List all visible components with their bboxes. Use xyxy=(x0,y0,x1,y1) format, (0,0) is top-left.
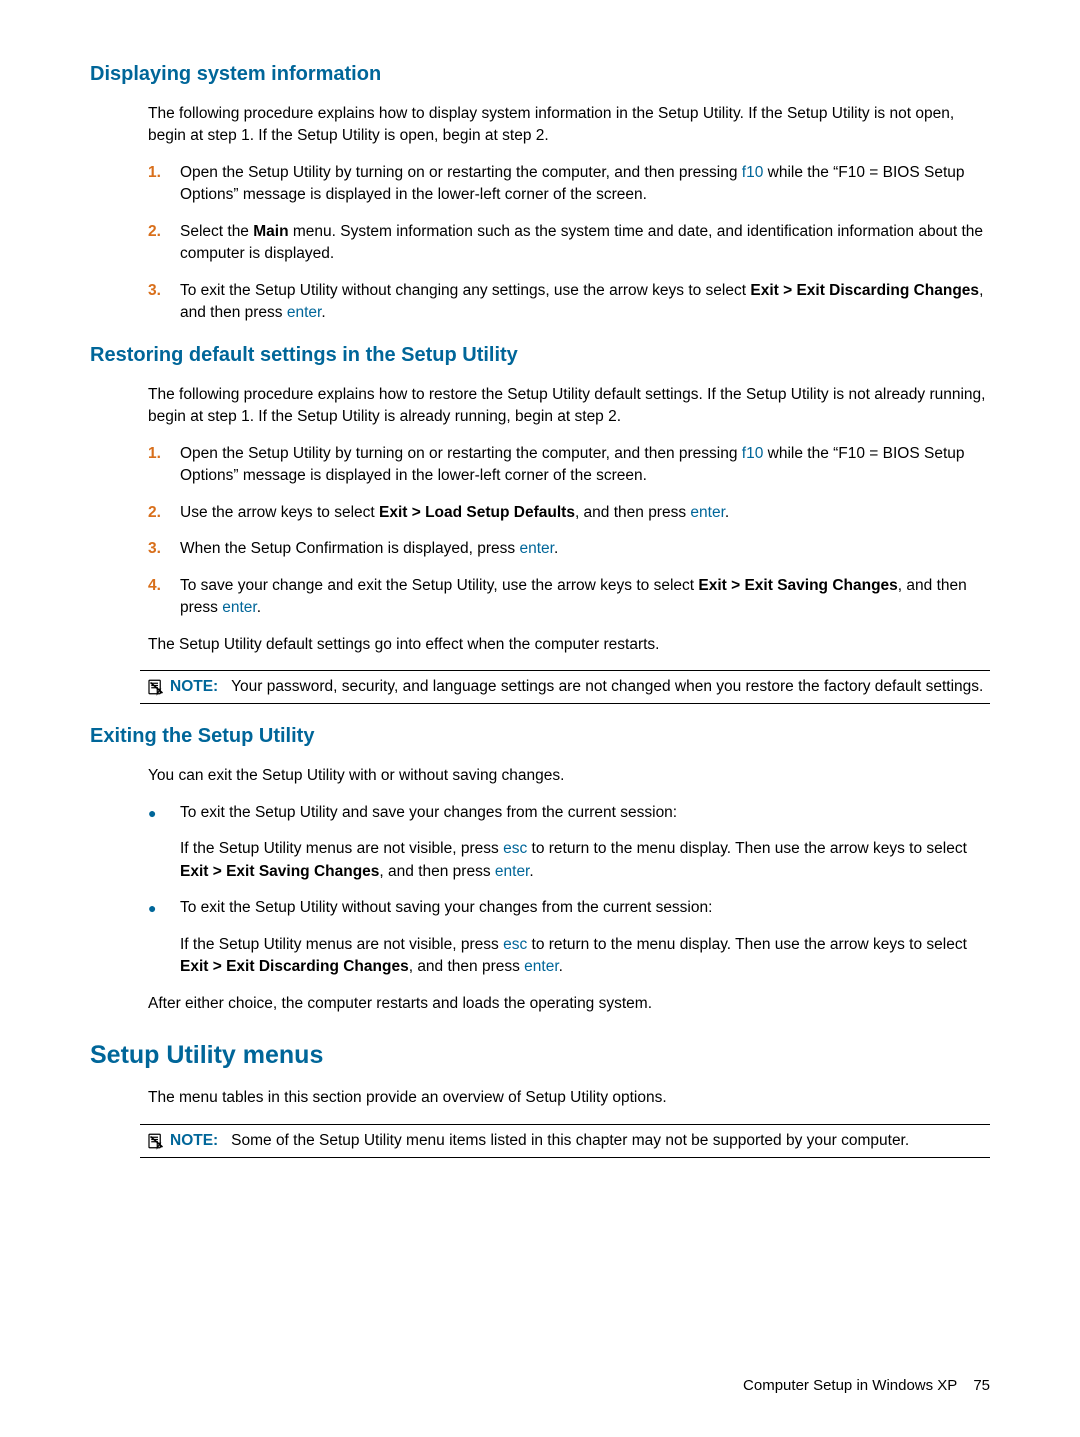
heading-exiting: Exiting the Setup Utility xyxy=(90,722,990,751)
note-icon xyxy=(146,1132,164,1150)
key-f10: f10 xyxy=(742,164,764,181)
step-text: Select the Main menu. System information… xyxy=(180,221,990,266)
page-footer: Computer Setup in Windows XP 75 xyxy=(743,1375,990,1397)
key-esc: esc xyxy=(503,936,527,953)
step-text: To save your change and exit the Setup U… xyxy=(180,575,990,620)
sub-paragraph: If the Setup Utility menus are not visib… xyxy=(180,838,990,883)
key-enter: enter xyxy=(519,540,553,557)
heading-restoring-defaults: Restoring default settings in the Setup … xyxy=(90,341,990,370)
bullet-text: To exit the Setup Utility and save your … xyxy=(180,802,990,824)
intro-paragraph: The menu tables in this section provide … xyxy=(148,1087,990,1109)
key-enter: enter xyxy=(690,504,724,521)
bullet-item: ● To exit the Setup Utility without savi… xyxy=(148,897,990,919)
footer-section-title: Computer Setup in Windows XP xyxy=(743,1377,957,1394)
bullet-item: ● To exit the Setup Utility and save you… xyxy=(148,802,990,824)
step-number: 2. xyxy=(148,221,180,266)
step-number: 2. xyxy=(148,502,180,524)
intro-paragraph: You can exit the Setup Utility with or w… xyxy=(148,765,990,787)
key-f10: f10 xyxy=(742,445,764,462)
page-number: 75 xyxy=(973,1377,990,1394)
section-exiting: Exiting the Setup Utility You can exit t… xyxy=(90,722,990,1015)
step-2: 2. Use the arrow keys to select Exit > L… xyxy=(148,502,990,524)
step-4: 4. To save your change and exit the Setu… xyxy=(148,575,990,620)
bullet-text: To exit the Setup Utility without saving… xyxy=(180,897,990,919)
step-text: Open the Setup Utility by turning on or … xyxy=(180,443,990,488)
key-enter: enter xyxy=(495,863,529,880)
outro-paragraph: The Setup Utility default settings go in… xyxy=(148,634,990,656)
bullet-icon: ● xyxy=(148,897,180,919)
step-number: 4. xyxy=(148,575,180,620)
step-number: 3. xyxy=(148,280,180,325)
intro-paragraph: The following procedure explains how to … xyxy=(148,384,990,429)
key-enter: enter xyxy=(524,958,558,975)
note-block: NOTE: Some of the Setup Utility menu ite… xyxy=(140,1124,990,1158)
step-number: 1. xyxy=(148,162,180,207)
section-restoring-defaults: Restoring default settings in the Setup … xyxy=(90,341,990,705)
step-text: To exit the Setup Utility without changi… xyxy=(180,280,990,325)
step-3: 3. To exit the Setup Utility without cha… xyxy=(148,280,990,325)
step-1: 1. Open the Setup Utility by turning on … xyxy=(148,162,990,207)
note-block: NOTE: Your password, security, and langu… xyxy=(140,670,990,704)
sub-paragraph: If the Setup Utility menus are not visib… xyxy=(180,934,990,979)
bullet-icon: ● xyxy=(148,802,180,824)
step-3: 3. When the Setup Confirmation is displa… xyxy=(148,538,990,560)
outro-paragraph: After either choice, the computer restar… xyxy=(148,993,990,1015)
step-1: 1. Open the Setup Utility by turning on … xyxy=(148,443,990,488)
key-enter: enter xyxy=(222,599,256,616)
step-number: 1. xyxy=(148,443,180,488)
note-text: NOTE: Your password, security, and langu… xyxy=(170,676,990,698)
note-icon xyxy=(146,678,164,696)
step-number: 3. xyxy=(148,538,180,560)
key-enter: enter xyxy=(287,304,321,321)
section-setup-utility-menus: Setup Utility menus The menu tables in t… xyxy=(90,1037,990,1158)
step-2: 2. Select the Main menu. System informat… xyxy=(148,221,990,266)
step-text: Open the Setup Utility by turning on or … xyxy=(180,162,990,207)
step-text: When the Setup Confirmation is displayed… xyxy=(180,538,990,560)
section-displaying-system-info: Displaying system information The follow… xyxy=(90,60,990,325)
intro-paragraph: The following procedure explains how to … xyxy=(148,103,990,148)
note-text: NOTE: Some of the Setup Utility menu ite… xyxy=(170,1130,990,1152)
key-esc: esc xyxy=(503,840,527,857)
step-text: Use the arrow keys to select Exit > Load… xyxy=(180,502,990,524)
heading-displaying-system-info: Displaying system information xyxy=(90,60,990,89)
heading-setup-utility-menus: Setup Utility menus xyxy=(90,1037,990,1073)
